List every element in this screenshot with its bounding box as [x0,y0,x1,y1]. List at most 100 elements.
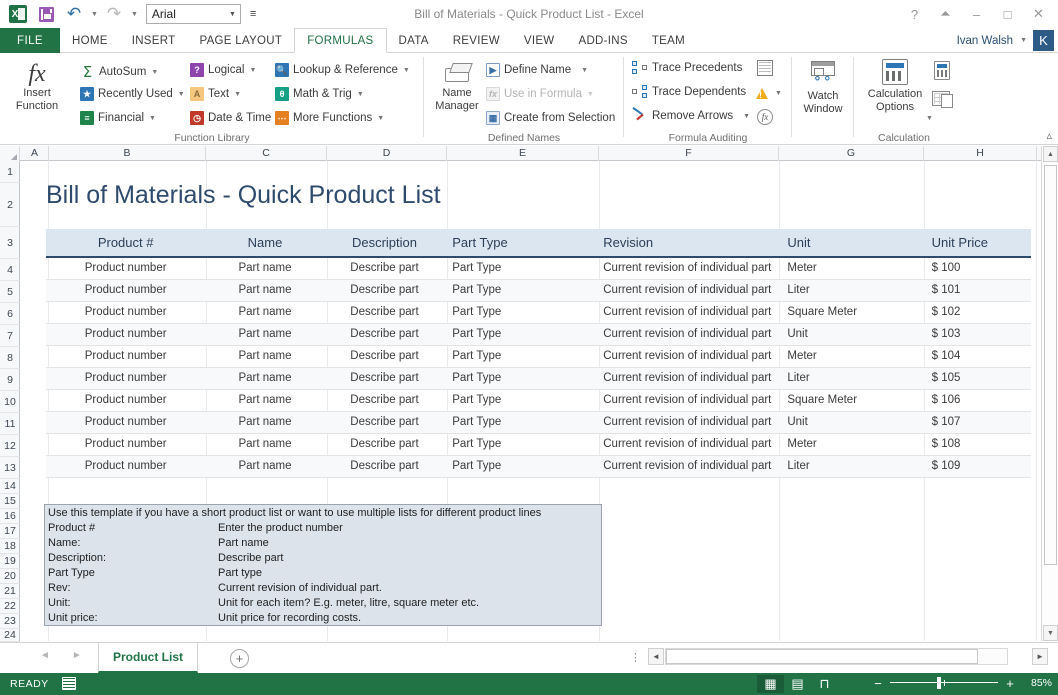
font-name-input[interactable]: Arial ▼ [145,4,241,24]
save-icon[interactable] [34,2,58,26]
table-cell[interactable]: Part name [205,455,325,478]
vertical-scroll-thumb[interactable] [1044,165,1057,565]
table-cell[interactable]: Current revision of individual part [595,411,780,434]
calculation-options-button[interactable]: Calculation Options [862,59,928,113]
table-cell[interactable]: Describe part [324,433,445,456]
name-manager-button[interactable]: Name Manager [430,61,484,112]
insert-function-button[interactable]: fx Insert Function [8,61,66,112]
col-header-c[interactable]: C [206,146,327,161]
math-trig-button[interactable]: θ Math & Trig ▼ [275,87,364,101]
table-row[interactable]: Product number Part name Describe part Part… [46,433,1031,456]
table-cell[interactable]: Part Type [444,433,596,456]
collapse-ribbon-icon[interactable]: ▵ [1046,129,1052,142]
table-cell[interactable]: Product number [46,433,206,456]
table-cell[interactable]: Part name [205,433,325,456]
tab-formulas[interactable]: FORMULAS [294,28,387,53]
add-sheet-icon[interactable]: + [230,649,249,668]
table-cell[interactable]: Part name [205,411,325,434]
table-row[interactable]: Product number Part name Describe part Part… [46,301,1031,324]
recently-used-button[interactable]: ★ Recently Used ▼ [80,87,185,101]
next-sheet-icon[interactable]: ► [72,650,82,661]
watch-window-button[interactable]: ⚬⚬ Watch Window [794,61,852,115]
table-cell[interactable]: Part Type [444,345,596,368]
recently-used-dropdown-icon[interactable]: ▼ [178,91,185,98]
financial-button[interactable]: ≡ Financial ▼ [80,111,156,125]
col-revision[interactable]: Revision [595,229,780,258]
sheet-tab-product-list[interactable]: Product List [98,643,199,673]
autosum-dropdown-icon[interactable]: ▼ [151,69,158,76]
text-button[interactable]: A Text ▼ [190,87,241,101]
row-header[interactable]: 8 [0,347,20,369]
autosum-button[interactable]: Σ AutoSum ▼ [80,63,159,81]
table-cell[interactable]: Part name [205,345,325,368]
table-cell[interactable]: Part Type [444,389,596,412]
table-cell[interactable]: $ 103 [923,323,1031,346]
math-trig-dropdown-icon[interactable]: ▼ [357,91,364,98]
table-cell[interactable]: Current revision of individual part [595,433,780,456]
table-cell[interactable]: Product number [46,345,206,368]
calculate-now-button[interactable] [934,61,950,80]
row-header[interactable]: 22 [0,599,20,614]
col-unit-price[interactable]: Unit Price [923,229,1031,258]
vertical-scrollbar[interactable]: ▲ ▼ [1041,146,1058,641]
row-header[interactable]: 3 [0,227,20,259]
table-cell[interactable]: Product number [46,279,206,302]
tab-data[interactable]: DATA [387,28,441,53]
table-cell[interactable]: Describe part [324,323,445,346]
table-cell[interactable]: Describe part [324,279,445,302]
table-cell[interactable]: Part name [205,279,325,302]
table-cell[interactable]: $ 104 [923,345,1031,368]
row-header[interactable]: 5 [0,281,20,303]
text-dropdown-icon[interactable]: ▼ [234,91,241,98]
all-sheets-icon[interactable]: ⋮ [630,651,641,664]
font-dropdown-icon[interactable]: ▼ [229,11,236,18]
customize-qat-icon[interactable]: ≡ [250,8,256,20]
table-cell[interactable]: $ 108 [923,433,1031,456]
show-formulas-button[interactable] [757,60,773,76]
financial-dropdown-icon[interactable]: ▼ [149,115,156,122]
col-part-type[interactable]: Part Type [444,229,596,258]
table-cell[interactable]: Describe part [324,411,445,434]
table-cell[interactable]: Product number [46,389,206,412]
tab-file[interactable]: FILE [0,28,60,53]
normal-view-icon[interactable]: ▦ [757,675,784,693]
more-functions-button[interactable]: ⋯ More Functions ▼ [275,111,384,125]
zoom-level[interactable]: 85% [1022,677,1052,689]
table-cell[interactable]: $ 105 [923,367,1031,390]
date-time-button[interactable]: ◷ Date & Time ▼ [190,111,283,125]
account-dropdown-icon[interactable]: ▼ [1020,37,1027,44]
redo-icon[interactable]: ↷ [102,2,126,26]
logical-button[interactable]: ? Logical ▼ [190,63,256,77]
avatar[interactable]: K [1033,30,1054,51]
table-cell[interactable]: Product number [46,455,206,478]
minimize-icon[interactable]: – [961,1,992,27]
col-product-number[interactable]: Product # [46,229,206,258]
table-cell[interactable]: Product number [46,411,206,434]
table-cell[interactable]: $ 109 [923,455,1031,478]
table-cell[interactable]: Product number [46,301,206,324]
table-cell[interactable]: $ 107 [923,411,1031,434]
scroll-down-icon[interactable]: ▼ [1043,625,1058,641]
table-cell[interactable]: Describe part [324,367,445,390]
col-header-b[interactable]: B [49,146,206,161]
user-name[interactable]: Ivan Walsh [957,35,1013,47]
col-header-d[interactable]: D [327,146,447,161]
table-cell[interactable]: Current revision of individual part [595,257,780,280]
tab-team[interactable]: TEAM [640,28,697,53]
help-icon[interactable]: ? [899,1,930,27]
col-unit[interactable]: Unit [779,229,924,258]
calculate-sheet-button[interactable] [932,91,953,108]
tab-review[interactable]: REVIEW [441,28,512,53]
horizontal-scrollbar[interactable]: ◄ ► [648,648,1048,666]
table-row[interactable]: Product number Part name Describe part Part… [46,257,1031,280]
col-name[interactable]: Name [205,229,325,258]
table-row[interactable]: Product number Part name Describe part Part… [46,389,1031,412]
row-header[interactable]: 18 [0,539,20,554]
table-cell[interactable]: Part Type [444,367,596,390]
table-cell[interactable]: Current revision of individual part [595,301,780,324]
table-cell[interactable]: Square Meter [779,389,924,412]
col-description[interactable]: Description [324,229,445,258]
table-cell[interactable]: Current revision of individual part [595,279,780,302]
table-cell[interactable]: Unit [779,411,924,434]
col-header-f[interactable]: F [599,146,779,161]
